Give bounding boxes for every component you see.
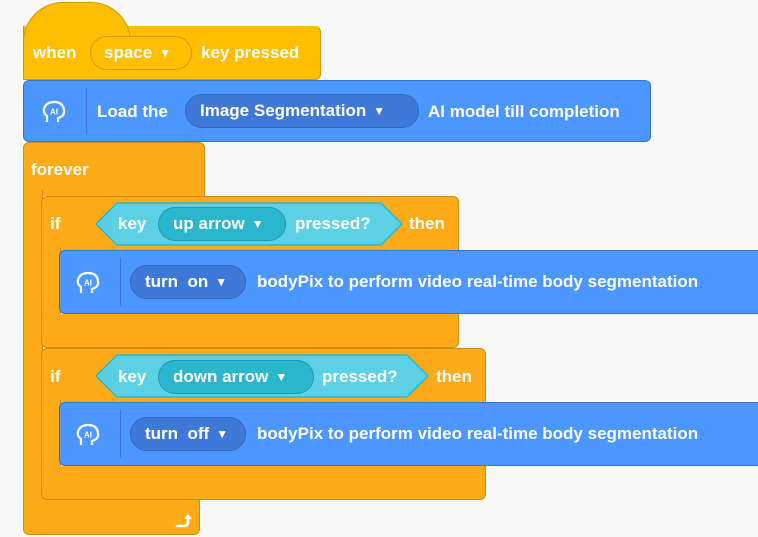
pressed-label-1: pressed? (295, 214, 371, 233)
svg-text:AI: AI (84, 431, 92, 440)
forever-label: forever (31, 160, 89, 179)
ai-head-icon: AI (72, 420, 104, 452)
dropdown-arrow-icon: ▼ (275, 370, 288, 384)
key-dropdown-2-value: down arrow (173, 367, 269, 386)
key-dropdown-1[interactable]: up arrow ▼ (158, 207, 286, 241)
dropdown-arrow-icon: ▼ (373, 104, 386, 118)
ai-head-icon: AI (72, 268, 104, 300)
toggle-dropdown-2-value: turn off (145, 424, 210, 443)
forever-block-arm (23, 190, 43, 500)
key-select-value: space (104, 43, 153, 62)
model-dropdown-value: Image Segmentation (200, 101, 367, 120)
dropdown-arrow-icon: ▼ (159, 46, 172, 60)
key-select-dropdown[interactable]: space ▼ (90, 36, 192, 70)
pressed-label-2: pressed? (322, 367, 398, 386)
load-prefix-label: Load the (97, 102, 168, 121)
dropdown-arrow-icon: ▼ (251, 217, 264, 231)
bodypix-text-2: bodyPix to perform video real-time body … (257, 424, 699, 443)
key-pressed-label: key pressed (201, 43, 300, 62)
then-label-1: then (409, 214, 445, 233)
separator (86, 88, 87, 134)
separator (120, 258, 121, 306)
model-dropdown[interactable]: Image Segmentation ▼ (185, 94, 419, 128)
if-block-2-arm (41, 400, 61, 470)
if-block-1-arm (41, 248, 61, 318)
if-label-1: if (50, 214, 61, 233)
ai-head-icon: AI (38, 97, 70, 129)
svg-text:AI: AI (50, 108, 58, 117)
dropdown-arrow-icon: ▼ (216, 427, 229, 441)
toggle-dropdown-2[interactable]: turn off ▼ (130, 417, 246, 451)
key-dropdown-1-value: up arrow (173, 214, 245, 233)
if-block-1-bottom (41, 314, 459, 348)
dropdown-arrow-icon: ▼ (215, 275, 228, 289)
separator (120, 410, 121, 458)
key-label-1: key (118, 214, 147, 233)
bodypix-text-1: bodyPix to perform video real-time body … (257, 272, 699, 291)
then-label-2: then (436, 367, 472, 386)
if-block-2-bottom (41, 466, 486, 500)
key-dropdown-2[interactable]: down arrow ▼ (158, 360, 314, 394)
svg-text:AI: AI (84, 279, 92, 288)
toggle-dropdown-1-value: turn on (145, 272, 209, 291)
loop-arrow-icon (170, 508, 196, 532)
key-label-2: key (118, 367, 147, 386)
when-label: when (33, 43, 77, 62)
toggle-dropdown-1[interactable]: turn on ▼ (130, 265, 246, 299)
if-label-2: if (50, 367, 61, 386)
load-suffix-label: AI model till completion (428, 102, 620, 121)
